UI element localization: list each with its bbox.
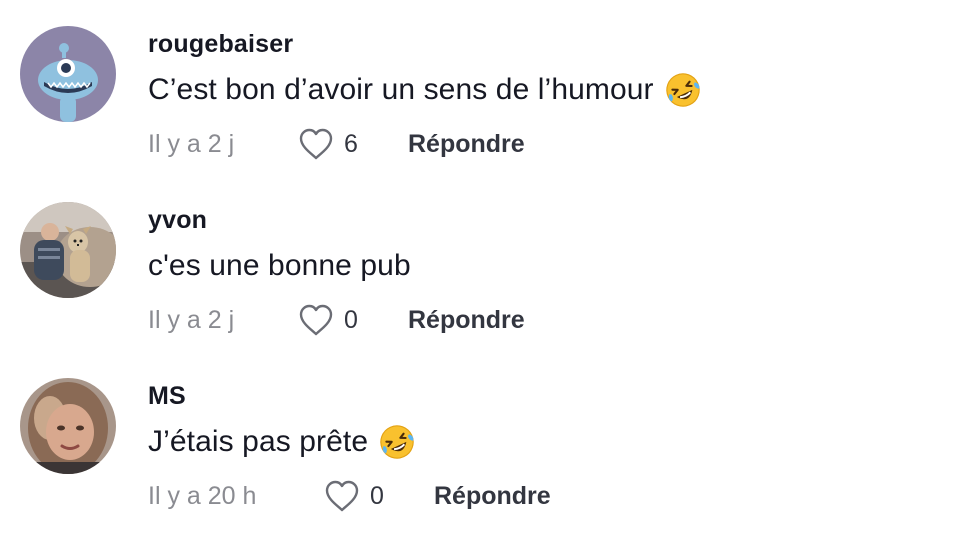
comment-text-row: C’est bon d’avoir un sens de l’humour	[148, 68, 702, 112]
timestamp: Il y a 2 j	[148, 305, 235, 334]
user-photo-icon	[20, 378, 116, 474]
comment-meta: Il y a 2 j 0 Répondre	[148, 298, 525, 342]
avatar[interactable]	[20, 202, 116, 298]
like-count: 0	[370, 481, 384, 510]
comment-item: yvon c'es une bonne pub Il y a 2 j 0 Rép…	[0, 176, 978, 352]
reply-button[interactable]: Répondre	[434, 482, 551, 511]
like-count: 0	[344, 305, 358, 334]
timestamp: Il y a 2 j	[148, 129, 235, 158]
comment-text: J’étais pas prête	[148, 425, 369, 458]
avatar[interactable]	[20, 378, 116, 474]
comment-text: c'es une bonne pub	[148, 249, 411, 282]
user-photo-icon	[20, 202, 116, 298]
comment-text-row: c'es une bonne pub	[148, 244, 411, 288]
comment-text-row: J’étais pas prête	[148, 420, 416, 464]
comment-meta: Il y a 20 h 0 Répondre	[148, 474, 551, 518]
rolling-on-floor-laughing-emoji-icon	[664, 71, 702, 109]
like-button[interactable]: 0	[298, 303, 408, 337]
username[interactable]: rougebaiser	[148, 30, 293, 59]
heart-icon	[299, 128, 333, 160]
comment-item: MS J’étais pas prête Il y a 20 h 0 Répon…	[0, 352, 978, 528]
username[interactable]: MS	[148, 382, 186, 411]
comment-text: C’est bon d’avoir un sens de l’humour	[148, 73, 654, 106]
like-button[interactable]: 6	[298, 127, 408, 161]
monster-avatar-icon	[20, 26, 116, 122]
heart-icon	[325, 480, 359, 512]
heart-icon	[299, 304, 333, 336]
like-count: 6	[344, 129, 358, 158]
reply-button[interactable]: Répondre	[408, 130, 525, 159]
reply-button[interactable]: Répondre	[408, 306, 525, 335]
comment-item: rougebaiser C’est bon d’avoir un sens de…	[0, 0, 978, 176]
avatar[interactable]	[20, 26, 116, 122]
comment-meta: Il y a 2 j 6 Répondre	[148, 122, 525, 166]
like-button[interactable]: 0	[324, 479, 434, 513]
timestamp: Il y a 20 h	[148, 481, 257, 510]
rolling-on-floor-laughing-emoji-icon	[378, 423, 416, 461]
username[interactable]: yvon	[148, 206, 207, 235]
